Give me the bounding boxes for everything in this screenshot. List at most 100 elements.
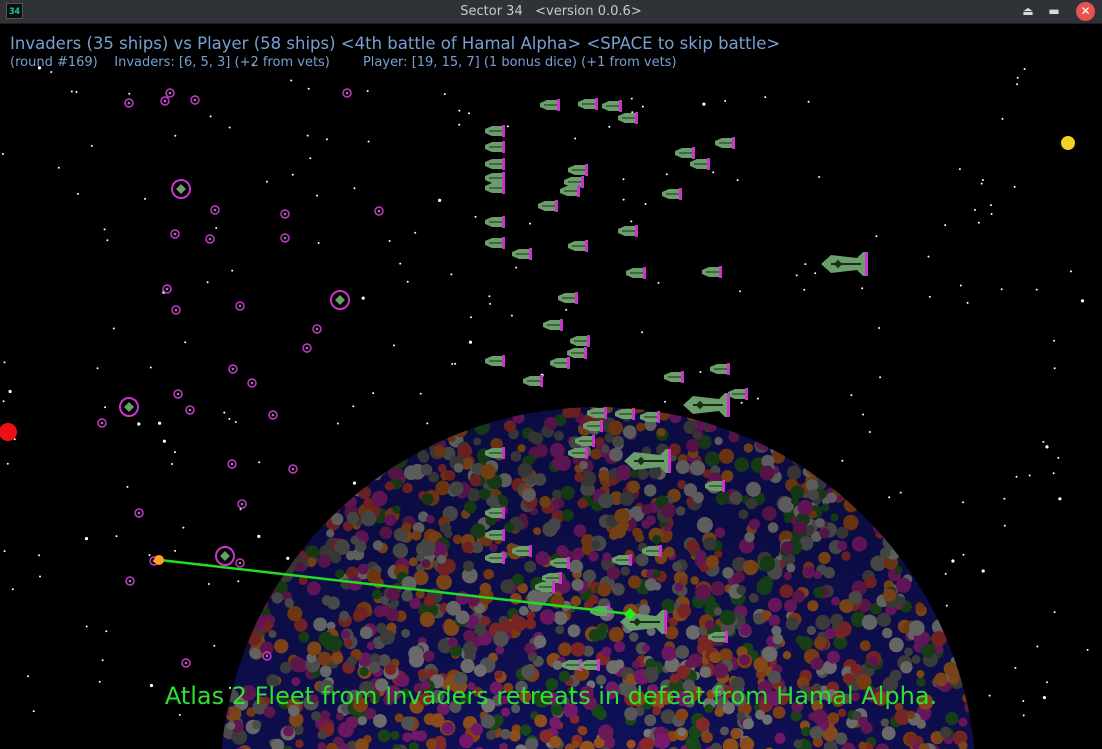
star (438, 198, 442, 202)
star (352, 405, 355, 408)
star (1016, 76, 1019, 79)
star (515, 266, 518, 269)
star (1022, 714, 1025, 717)
star (981, 179, 984, 181)
star (38, 554, 41, 557)
star (1058, 497, 1062, 501)
star (1035, 288, 1038, 291)
player-ship (617, 224, 639, 238)
star (862, 413, 865, 416)
star (807, 100, 810, 103)
star (158, 421, 162, 425)
star (981, 569, 985, 573)
invader-ship (247, 378, 257, 388)
star (234, 421, 237, 423)
star (1053, 611, 1056, 614)
star (184, 341, 187, 344)
player-ship (661, 187, 683, 201)
star (980, 182, 983, 185)
star (325, 138, 328, 141)
star (1014, 666, 1017, 669)
star (258, 461, 261, 464)
star (657, 281, 660, 284)
player-ship (484, 215, 506, 229)
star (149, 366, 152, 369)
star (841, 459, 844, 462)
star (291, 173, 294, 176)
star (740, 401, 743, 404)
star (144, 197, 146, 200)
invader-ship (280, 233, 290, 243)
star (814, 272, 817, 275)
star (622, 178, 625, 181)
star (702, 102, 706, 106)
star (1, 153, 4, 155)
star (317, 242, 320, 244)
invader-ship (312, 324, 322, 334)
invader-ship (235, 558, 245, 568)
star (665, 173, 668, 176)
invader-ship (165, 88, 175, 98)
star (795, 274, 798, 277)
star (608, 125, 611, 128)
star (8, 389, 12, 394)
star (944, 224, 947, 227)
star (75, 91, 78, 93)
star (361, 296, 365, 300)
star (137, 422, 141, 426)
player-ship (567, 163, 589, 177)
star (712, 171, 715, 174)
battle-hud: Invaders (35 ships) vs Player (58 ships)… (10, 34, 780, 70)
star (574, 137, 577, 140)
star (103, 228, 106, 231)
star (1053, 367, 1056, 370)
star (419, 392, 422, 395)
invader-ship (228, 364, 238, 374)
invader-ship (162, 284, 172, 294)
star (265, 180, 268, 183)
star (966, 301, 969, 304)
battle-message: Atlas 2 Fleet from Invaders retreats in … (164, 682, 938, 710)
minimize-icon: ▬ (1048, 4, 1060, 18)
star (388, 240, 391, 242)
invader-ship (342, 88, 352, 98)
star (529, 222, 531, 225)
star (352, 481, 357, 485)
star (414, 231, 417, 234)
invader-ship (280, 209, 290, 219)
star (206, 281, 209, 284)
shade-button[interactable]: ⏏ (1018, 2, 1038, 20)
close-button[interactable]: ✕ (1076, 2, 1095, 21)
star (1080, 299, 1085, 303)
star (951, 559, 955, 563)
player-ship (567, 239, 589, 253)
player-ship (484, 354, 506, 368)
star (454, 362, 457, 365)
star (215, 227, 218, 229)
star (1052, 472, 1055, 475)
star (1000, 288, 1003, 291)
star (888, 496, 891, 499)
star (231, 269, 234, 272)
battle-canvas[interactable] (0, 24, 1102, 749)
star (6, 462, 9, 465)
star (101, 659, 104, 662)
invader-ship (210, 205, 220, 215)
invader-ship (227, 459, 237, 469)
star (223, 411, 226, 414)
star (57, 166, 60, 169)
player-ship (663, 370, 685, 384)
star (1016, 83, 1019, 86)
star (336, 422, 339, 425)
minimize-button[interactable]: ▬ (1044, 2, 1064, 20)
title-bar[interactable]: 34 Sector 34 <version 0.0.6> ⏏ ▬ ✕ (0, 0, 1102, 24)
star (868, 431, 871, 433)
star (506, 125, 509, 128)
star (39, 575, 41, 578)
player-ship (511, 247, 533, 261)
player-ship (625, 266, 647, 280)
player-ship (539, 98, 561, 112)
player-ship (484, 140, 506, 154)
invaders-stats: Invaders: [6, 5, 3] (+2 from vets) (114, 55, 330, 70)
star (945, 604, 948, 607)
